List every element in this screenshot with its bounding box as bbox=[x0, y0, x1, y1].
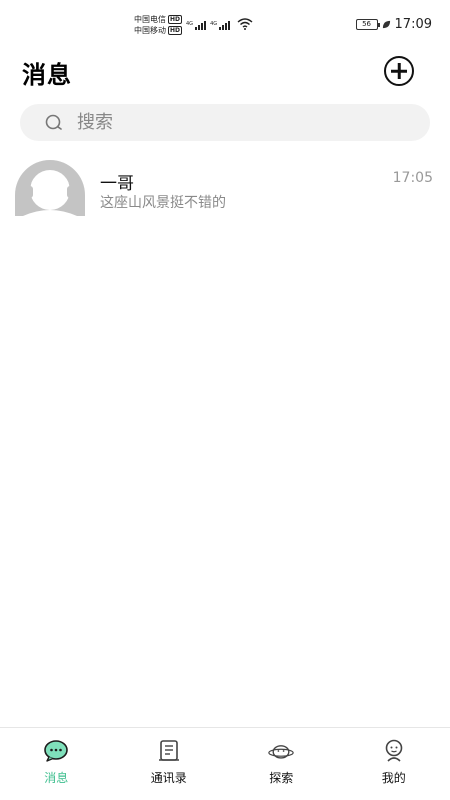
nav-label: 探索 bbox=[269, 771, 294, 785]
conversation-item[interactable]: 一哥 这座山风景挺不错的 17:05 bbox=[0, 155, 450, 219]
carrier-1: 中国电信 bbox=[134, 15, 166, 24]
signal-strength-icon: 4G bbox=[210, 21, 231, 30]
default-avatar-icon bbox=[15, 160, 85, 216]
nav-label: 消息 bbox=[44, 771, 69, 785]
status-bar: 中国电信 HD 中国移动 HD 4G 4G 56 17:09 bbox=[0, 0, 450, 46]
status-right: 56 17:09 bbox=[355, 17, 432, 32]
nav-item-explore[interactable]: 探索 bbox=[225, 728, 338, 800]
nav-item-profile[interactable]: 我的 bbox=[338, 728, 450, 800]
search-icon bbox=[45, 114, 62, 130]
battery-icon: 56 bbox=[355, 19, 380, 30]
last-message-preview: 这座山风景挺不错的 bbox=[100, 195, 226, 211]
hd-badge: HD bbox=[168, 26, 183, 35]
chat-bubble-icon bbox=[44, 740, 69, 762]
search-bar[interactable] bbox=[20, 104, 430, 141]
wifi-icon bbox=[237, 18, 253, 30]
add-button[interactable] bbox=[384, 56, 414, 86]
nav-label: 我的 bbox=[381, 771, 406, 785]
page-title: 消息 bbox=[22, 61, 72, 89]
hd-badge: HD bbox=[168, 15, 183, 24]
carrier-info: 中国电信 HD 中国移动 HD bbox=[134, 14, 183, 36]
message-time: 17:05 bbox=[392, 170, 433, 186]
leaf-icon bbox=[382, 20, 390, 29]
search-input[interactable] bbox=[77, 112, 377, 133]
planet-icon bbox=[268, 745, 294, 759]
contact-name: 一哥 bbox=[100, 174, 134, 194]
nav-item-messages[interactable]: 消息 bbox=[0, 728, 113, 800]
bottom-navigation: 消息 通讯录 探索 我的 bbox=[0, 727, 450, 800]
status-time: 17:09 bbox=[394, 17, 432, 32]
avatar bbox=[15, 160, 85, 216]
profile-icon bbox=[385, 739, 403, 762]
nav-item-contacts[interactable]: 通讯录 bbox=[113, 728, 226, 800]
carrier-2: 中国移动 bbox=[134, 26, 166, 35]
contacts-icon bbox=[158, 740, 179, 761]
signal-strength-icon: 4G bbox=[186, 21, 207, 30]
nav-label: 通讯录 bbox=[150, 771, 187, 785]
signal-indicators: 4G 4G bbox=[186, 18, 253, 30]
